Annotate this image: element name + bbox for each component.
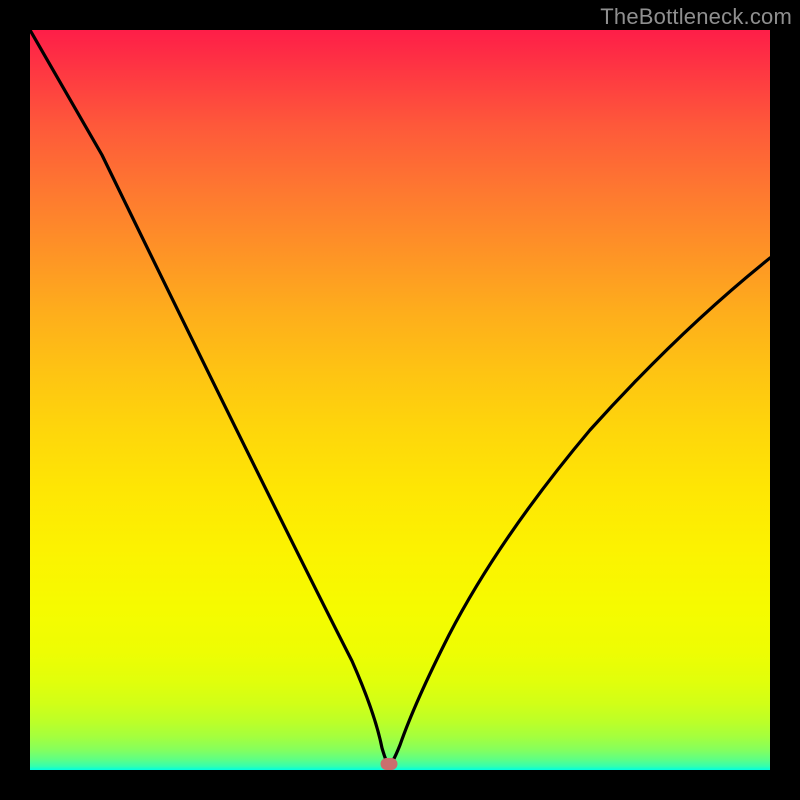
curve-path <box>30 30 770 765</box>
bottleneck-curve <box>30 30 770 770</box>
watermark-text: TheBottleneck.com <box>600 4 792 30</box>
plot-area <box>30 30 770 770</box>
chart-frame: TheBottleneck.com <box>0 0 800 800</box>
optimum-marker <box>380 758 397 770</box>
